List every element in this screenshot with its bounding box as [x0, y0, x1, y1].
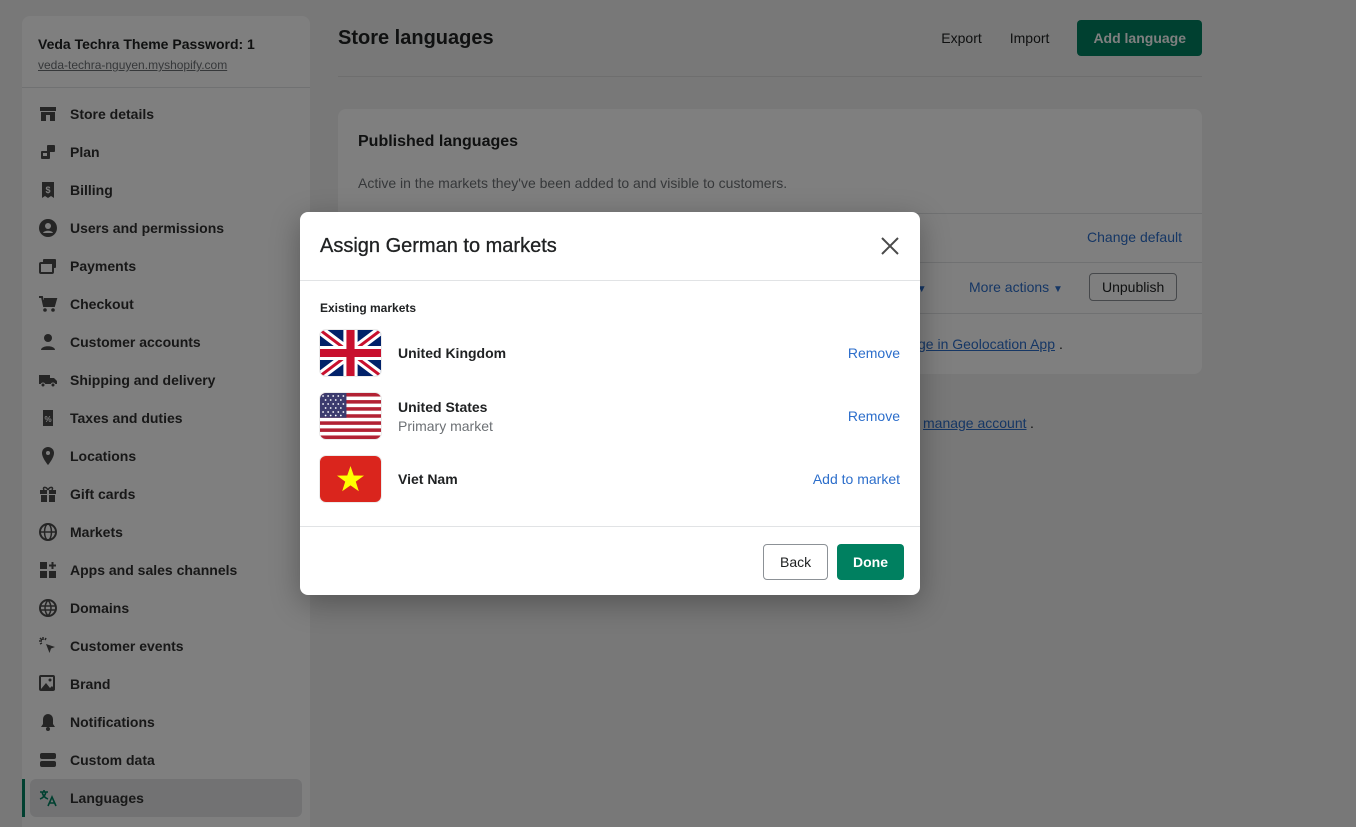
- remove-us-button[interactable]: Remove: [848, 408, 900, 424]
- market-name: United States: [398, 398, 488, 415]
- existing-markets-label: Existing markets: [320, 301, 417, 315]
- modal-header: Assign German to markets: [300, 212, 920, 281]
- uk-flag-icon: [320, 330, 381, 376]
- market-row-vn: Viet Nam Add to market: [320, 456, 900, 502]
- remove-uk-button[interactable]: Remove: [848, 345, 900, 361]
- market-name: Viet Nam: [398, 471, 458, 487]
- market-text: Viet Nam: [398, 471, 813, 487]
- close-button[interactable]: [880, 236, 900, 256]
- done-button[interactable]: Done: [837, 544, 904, 580]
- modal-footer: Back Done: [300, 526, 920, 595]
- market-text: United States Primary market: [398, 399, 848, 434]
- close-icon: [881, 237, 899, 255]
- market-text: United Kingdom: [398, 345, 848, 361]
- back-button[interactable]: Back: [763, 544, 829, 580]
- us-flag-icon: [320, 393, 381, 439]
- market-row-us: United States Primary market Remove: [320, 393, 900, 439]
- vn-flag-icon: [320, 456, 381, 502]
- assign-markets-modal: Assign German to markets Existing market…: [300, 212, 920, 595]
- modal-title: Assign German to markets: [320, 234, 557, 257]
- primary-market-label: Primary market: [398, 417, 493, 434]
- market-row-uk: United Kingdom Remove: [320, 330, 900, 376]
- add-to-market-button[interactable]: Add to market: [813, 471, 900, 487]
- market-name: United Kingdom: [398, 345, 507, 361]
